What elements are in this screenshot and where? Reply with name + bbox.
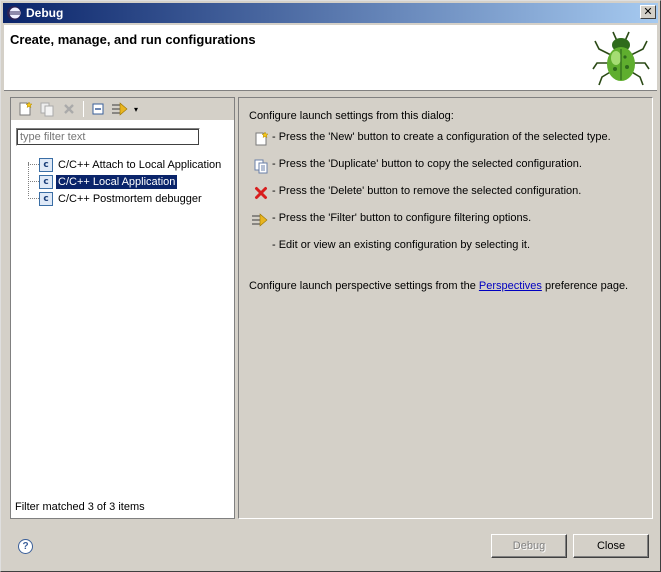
title-bar[interactable]: Debug ✕ bbox=[3, 3, 658, 23]
debug-dialog: Debug ✕ Create, manage, and run configur… bbox=[0, 0, 661, 572]
collapse-all-icon bbox=[92, 103, 104, 115]
help-button[interactable]: ? bbox=[18, 539, 33, 554]
new-config-icon bbox=[255, 131, 269, 146]
c-launch-config-icon: c bbox=[39, 157, 53, 172]
filter-button[interactable] bbox=[109, 99, 131, 119]
perspective-settings-text: Configure launch perspective settings fr… bbox=[249, 280, 628, 292]
c-launch-config-icon: c bbox=[39, 191, 53, 206]
tree-connector bbox=[28, 198, 39, 199]
delete-icon bbox=[64, 104, 74, 114]
filter-input[interactable] bbox=[16, 128, 200, 146]
new-config-icon bbox=[19, 101, 33, 116]
delete-button[interactable] bbox=[58, 99, 80, 119]
info-line-edit: - Edit or view an existing configuration… bbox=[272, 239, 531, 251]
configuration-list-pane: ▾ c C/C++ Attach to Local Application c … bbox=[10, 97, 235, 519]
window-close-button[interactable]: ✕ bbox=[640, 5, 656, 19]
info-line-new: - Press the 'New' button to create a con… bbox=[272, 131, 611, 143]
close-button[interactable]: Close bbox=[573, 534, 649, 558]
dialog-header: Create, manage, and run configurations bbox=[4, 25, 657, 91]
info-line-duplicate: - Press the 'Duplicate' button to copy t… bbox=[272, 158, 582, 170]
filter-icon bbox=[112, 102, 128, 116]
tree-item-postmortem[interactable]: c C/C++ Postmortem debugger bbox=[28, 190, 204, 207]
delete-icon bbox=[255, 187, 267, 199]
duplicate-icon bbox=[254, 159, 268, 174]
tree-item-label: C/C++ Attach to Local Application bbox=[58, 158, 222, 171]
tree-item-local-application[interactable]: c C/C++ Local Application bbox=[28, 173, 178, 190]
filter-icon bbox=[252, 213, 268, 227]
tree-connector bbox=[28, 164, 39, 165]
info-intro: Configure launch settings from this dial… bbox=[249, 110, 454, 122]
tree-item-label: C/C++ Postmortem debugger bbox=[58, 192, 202, 205]
collapse-all-button[interactable] bbox=[87, 99, 109, 119]
new-config-button[interactable] bbox=[14, 99, 36, 119]
debug-button[interactable]: Debug bbox=[491, 534, 567, 558]
window-title: Debug bbox=[26, 6, 64, 20]
duplicate-button[interactable] bbox=[36, 99, 58, 119]
perspectives-link[interactable]: Perspectives bbox=[479, 280, 542, 292]
tree-item-attach-local[interactable]: c C/C++ Attach to Local Application bbox=[28, 156, 223, 173]
config-toolbar: ▾ bbox=[11, 98, 234, 120]
filter-status-text: Filter matched 3 of 3 items bbox=[15, 501, 145, 513]
tree-item-label: C/C++ Local Application bbox=[56, 174, 178, 189]
filter-dropdown-arrow-icon[interactable]: ▾ bbox=[131, 105, 141, 114]
toolbar-separator bbox=[83, 101, 84, 117]
tree-connector bbox=[28, 181, 39, 182]
eclipse-icon bbox=[6, 5, 22, 21]
perspective-prefix: Configure launch perspective settings fr… bbox=[249, 280, 479, 292]
c-launch-config-icon: c bbox=[39, 174, 53, 189]
duplicate-icon bbox=[40, 102, 54, 117]
perspective-suffix: preference page. bbox=[541, 280, 629, 292]
info-line-delete: - Press the 'Delete' button to remove th… bbox=[272, 185, 582, 197]
info-line-filter: - Press the 'Filter' button to configure… bbox=[272, 212, 532, 224]
debug-bug-icon bbox=[592, 31, 650, 86]
configuration-info-pane: Configure launch settings from this dial… bbox=[238, 97, 653, 519]
dialog-title: Create, manage, and run configurations bbox=[10, 32, 256, 47]
